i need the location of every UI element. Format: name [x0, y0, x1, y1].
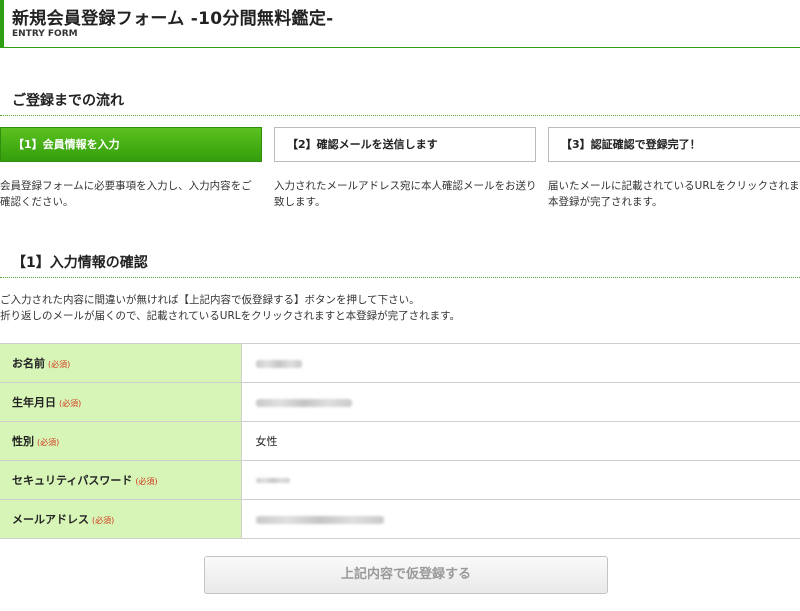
required-mark: (必須) [92, 516, 115, 525]
confirm-heading: 【1】入力情報の確認 [0, 252, 800, 278]
gender-value: 女性 [241, 421, 800, 461]
password-value [241, 460, 800, 500]
flow-step-2-desc: 入力されたメールアドレス宛に本人確認メールをお送り 致します。 [274, 178, 544, 210]
flow-step-2: 【2】確認メールを送信します [274, 127, 536, 162]
page-title: 新規会員登録フォーム -10分間無料鑑定- [12, 9, 334, 29]
provisional-register-button[interactable]: 上記内容で仮登録する [204, 556, 608, 594]
name-value [241, 343, 800, 383]
flow-step-2-desc-line: 入力されたメールアドレス宛に本人確認メールをお送り [274, 180, 537, 192]
row-label: メールアドレス (必須) [0, 499, 242, 539]
flow-step-3-desc-line: 本登録が完了されます。 [548, 196, 663, 208]
flow-step-3-desc: 届いたメールに記載されているURLをクリックされますと 本登録が完了されます。 [548, 178, 800, 210]
field-label-email: メールアドレス [12, 513, 89, 526]
redacted-value [255, 478, 290, 483]
confirm-intro-line: 折り返しのメールが届くので、記載されているURLをクリックされますと本登録が完了… [0, 310, 461, 322]
flow-step-1: 【1】会員情報を入力 [0, 127, 262, 162]
email-value [241, 499, 800, 539]
table-row: メールアドレス (必須) [0, 499, 800, 539]
confirm-intro: ご入力された内容に間違いが無ければ【上記内容で仮登録する】ボタンを押して下さい。… [0, 292, 800, 324]
redacted-value [255, 398, 352, 407]
flow-step-2-desc-line: 致します。 [274, 196, 326, 208]
field-label-password: セキュリティパスワード [12, 474, 133, 487]
table-row: 生年月日 (必須) [0, 382, 800, 422]
page-subtitle: ENTRY FORM [12, 29, 78, 39]
required-mark: (必須) [135, 477, 158, 486]
field-label-gender: 性別 [12, 435, 34, 448]
table-row: お名前 (必須) [0, 343, 800, 383]
row-label: セキュリティパスワード (必須) [0, 460, 242, 500]
flow-step-3-desc-line: 届いたメールに記載されているURLをクリックされますと [548, 180, 800, 192]
flow-step-1-desc-line: 会員登録フォームに必要事項を入力し、入力内容をご [0, 180, 252, 192]
field-label-birthdate: 生年月日 [12, 396, 56, 409]
table-row: 性別 (必須) 女性 [0, 421, 800, 461]
flow-step-1-desc-line: 確認ください。 [0, 196, 74, 208]
table-row: セキュリティパスワード (必須) [0, 460, 800, 500]
flow-step-1-desc: 会員登録フォームに必要事項を入力し、入力内容をご 確認ください。 [0, 178, 270, 210]
birthdate-value [241, 382, 800, 422]
row-label: お名前 (必須) [0, 343, 242, 383]
confirm-intro-line: ご入力された内容に間違いが無ければ【上記内容で仮登録する】ボタンを押して下さい。 [0, 294, 420, 306]
confirm-table: お名前 (必須) 生年月日 (必須) 性別 (必須) 女性 セキュリティパスワード (必… [0, 343, 800, 539]
flow-heading: ご登録までの流れ [0, 90, 800, 116]
page-header: 新規会員登録フォーム -10分間無料鑑定- ENTRY FORM [0, 0, 800, 48]
required-mark: (必須) [59, 399, 82, 408]
required-mark: (必須) [48, 360, 71, 369]
redacted-value [255, 515, 384, 524]
redacted-value [255, 359, 302, 368]
required-mark: (必須) [37, 438, 60, 447]
row-label: 生年月日 (必須) [0, 382, 242, 422]
row-label: 性別 (必須) [0, 421, 242, 461]
flow-step-3: 【3】認証確認で登録完了！ [548, 127, 800, 162]
field-label-name: お名前 [12, 357, 45, 370]
